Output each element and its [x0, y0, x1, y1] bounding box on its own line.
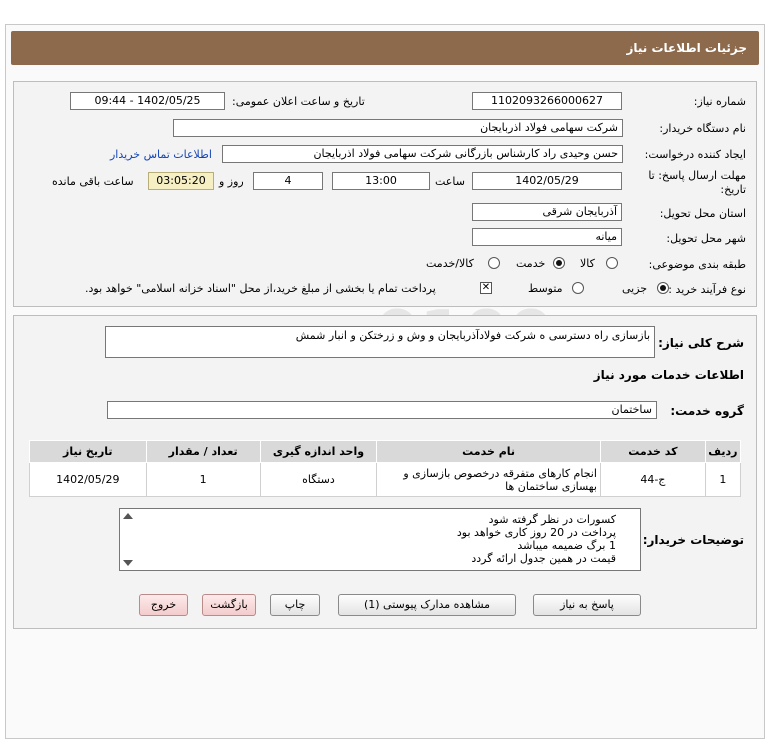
days-remaining-field: 4	[253, 172, 323, 190]
view-attachments-button[interactable]: مشاهده مدارک پیوستی (1)	[338, 594, 516, 616]
col-header-quantity: تعداد / مقدار	[145, 440, 261, 463]
cell-unit: دستگاه	[259, 462, 378, 497]
buyer-notes-label: توضیحات خریدار:	[642, 533, 744, 547]
cell-need-date: 1402/05/29	[29, 462, 147, 497]
exit-button[interactable]: خروج	[139, 594, 188, 616]
cell-row-number: 1	[704, 462, 742, 497]
col-header-unit: واحد اندازه گیری	[259, 440, 378, 463]
category-goods-label: کالا	[580, 257, 595, 270]
treasury-checkbox[interactable]: ✕	[480, 282, 492, 294]
description-label: شرح کلی نیاز:	[658, 336, 744, 350]
purchase-type-label: نوع فرآیند خرید :	[668, 283, 746, 296]
cell-service-code: ج-44	[599, 462, 706, 497]
deadline-time-field: 13:00	[332, 172, 430, 190]
purchase-medium-label: متوسط	[528, 282, 563, 295]
buyer-note-line: پرداخت در 20 روز کاری خواهد بود	[456, 526, 616, 539]
respond-button[interactable]: پاسخ به نیاز	[533, 594, 641, 616]
city-label: شهر محل تحویل:	[666, 232, 746, 245]
days-label: روز و	[219, 175, 244, 188]
announce-datetime-label: تاریخ و ساعت اعلان عمومی:	[232, 95, 365, 108]
deadline-date-field: 1402/05/29	[472, 172, 622, 190]
treasury-note: پرداخت تمام یا بخشی از مبلغ خرید،از محل …	[85, 282, 436, 295]
back-button[interactable]: بازگشت	[202, 594, 256, 616]
announce-datetime-field: 1402/05/25 - 09:44	[70, 92, 225, 110]
category-label: طبقه بندی موضوعی:	[648, 258, 746, 271]
table-row: 1 ج-44 انجام کارهای متفرقه درخصوص بازساز…	[29, 462, 742, 497]
cell-service-name: انجام کارهای متفرقه درخصوص بازسازی و بهس…	[376, 462, 601, 497]
scroll-up-icon[interactable]	[123, 513, 133, 519]
buyer-note-line: 1 برگ ضمیمه میباشد	[517, 539, 616, 552]
purchase-medium-radio[interactable]	[572, 282, 584, 294]
services-heading: اطلاعات خدمات مورد نیاز	[593, 368, 744, 382]
category-service-radio[interactable]	[553, 257, 565, 269]
category-goods-service-radio[interactable]	[488, 257, 500, 269]
category-service-label: خدمت	[516, 257, 546, 270]
remaining-time-field: 03:05:20	[148, 172, 214, 190]
deadline-time-label: ساعت	[435, 175, 465, 188]
service-group-label: گروه خدمت:	[670, 404, 744, 418]
buyer-org-label: نام دستگاه خریدار:	[659, 122, 746, 135]
col-header-service-name: نام خدمت	[376, 440, 601, 463]
deadline-label: مهلت ارسال پاسخ: تا	[648, 169, 746, 182]
need-number-field: 1102093266000627	[472, 92, 622, 110]
service-group-field: ساختمان	[107, 401, 657, 419]
province-field: آذربایجان شرقی	[472, 203, 622, 221]
creator-field: حسن وحیدی راد کارشناس بازرگانی شرکت سهام…	[222, 145, 623, 163]
notes-scrollbar[interactable]	[123, 511, 133, 568]
col-header-service-code: کد خدمت	[599, 440, 706, 463]
category-goods-service-label: کالا/خدمت	[426, 257, 474, 270]
need-number-label: شماره نیاز:	[693, 95, 746, 108]
col-header-need-date: تاریخ نیاز	[29, 440, 147, 463]
deadline-label-date: تاریخ:	[720, 183, 746, 196]
table-header-row: ردیف کد خدمت نام خدمت واحد اندازه گیری ت…	[29, 440, 742, 463]
page-title: جزئیات اطلاعات نیاز	[11, 31, 759, 65]
purchase-minor-radio[interactable]	[657, 282, 669, 294]
buyer-contact-link[interactable]: اطلاعات تماس خریدار	[110, 148, 212, 161]
purchase-minor-label: جزیی	[622, 282, 648, 295]
buyer-org-field: شرکت سهامی فولاد اذربایجان	[173, 119, 623, 137]
cell-quantity: 1	[145, 462, 261, 497]
col-header-row-number: ردیف	[704, 440, 742, 463]
remaining-time-label: ساعت باقی مانده	[52, 175, 134, 188]
services-table: ردیف کد خدمت نام خدمت واحد اندازه گیری ت…	[29, 440, 742, 497]
province-label: استان محل تحویل:	[659, 207, 746, 220]
category-goods-radio[interactable]	[606, 257, 618, 269]
buyer-note-line: کسورات در نظر گرفته شود	[488, 513, 616, 526]
scroll-down-icon[interactable]	[123, 560, 133, 566]
details-panel	[13, 81, 757, 307]
buyer-note-line: قیمت در همین جدول ارائه گردد	[471, 552, 616, 565]
print-button[interactable]: چاپ	[270, 594, 320, 616]
creator-label: ایجاد کننده درخواست:	[644, 148, 746, 161]
description-field: بازسازی راه دسترسی ه شرکت فولادآذربایجان…	[105, 326, 655, 358]
buyer-notes-box[interactable]: کسورات در نظر گرفته شود پرداخت در 20 روز…	[119, 508, 641, 571]
city-field: میانه	[472, 228, 622, 246]
